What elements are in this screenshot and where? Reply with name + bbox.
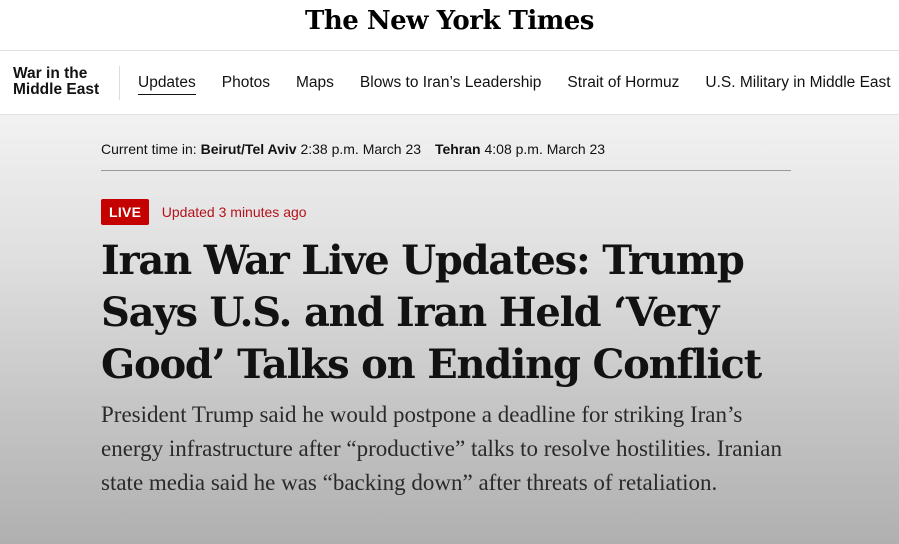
time-divider bbox=[101, 170, 791, 171]
nav-item-us-military[interactable]: U.S. Military in Middle East bbox=[705, 74, 890, 95]
article-summary: President Trump said he would postpone a… bbox=[101, 402, 783, 495]
section-title[interactable]: War in the Middle East bbox=[13, 66, 113, 98]
nav-item-photos[interactable]: Photos bbox=[222, 74, 270, 95]
section-nav: War in the Middle East Updates Photos Ma… bbox=[0, 51, 899, 115]
section-nav-items: Updates Photos Maps Blows to Iran’s Lead… bbox=[138, 74, 899, 95]
zone-time-beirut: 2:38 p.m. March 23 bbox=[300, 141, 422, 157]
live-row: LIVE Updated 3 minutes ago bbox=[101, 199, 307, 225]
current-time-prefix: Current time in: bbox=[101, 141, 197, 157]
current-time-row: Current time in: Beirut/Tel Aviv 2:38 p.… bbox=[101, 141, 791, 157]
masthead: The New York Times bbox=[0, 0, 899, 51]
article-headline[interactable]: Iran War Live Updates: Trump Says U.S. a… bbox=[101, 235, 821, 391]
nyt-logo[interactable]: The New York Times bbox=[0, 6, 899, 36]
nav-item-blows-to-irans-leadership[interactable]: Blows to Iran’s Leadership bbox=[360, 74, 542, 95]
nav-item-maps[interactable]: Maps bbox=[296, 74, 334, 95]
zone-city-beirut: Beirut/Tel Aviv bbox=[200, 141, 297, 157]
section-divider bbox=[119, 66, 120, 100]
hero-section: Current time in: Beirut/Tel Aviv 2:38 p.… bbox=[0, 115, 899, 544]
nav-item-strait-of-hormuz[interactable]: Strait of Hormuz bbox=[567, 74, 679, 95]
zone-city-tehran: Tehran bbox=[434, 141, 481, 157]
nav-item-updates[interactable]: Updates bbox=[138, 74, 196, 95]
updated-timestamp: Updated 3 minutes ago bbox=[161, 204, 307, 220]
zone-time-tehran: 4:08 p.m. March 23 bbox=[484, 141, 606, 157]
live-badge: LIVE bbox=[101, 199, 150, 225]
